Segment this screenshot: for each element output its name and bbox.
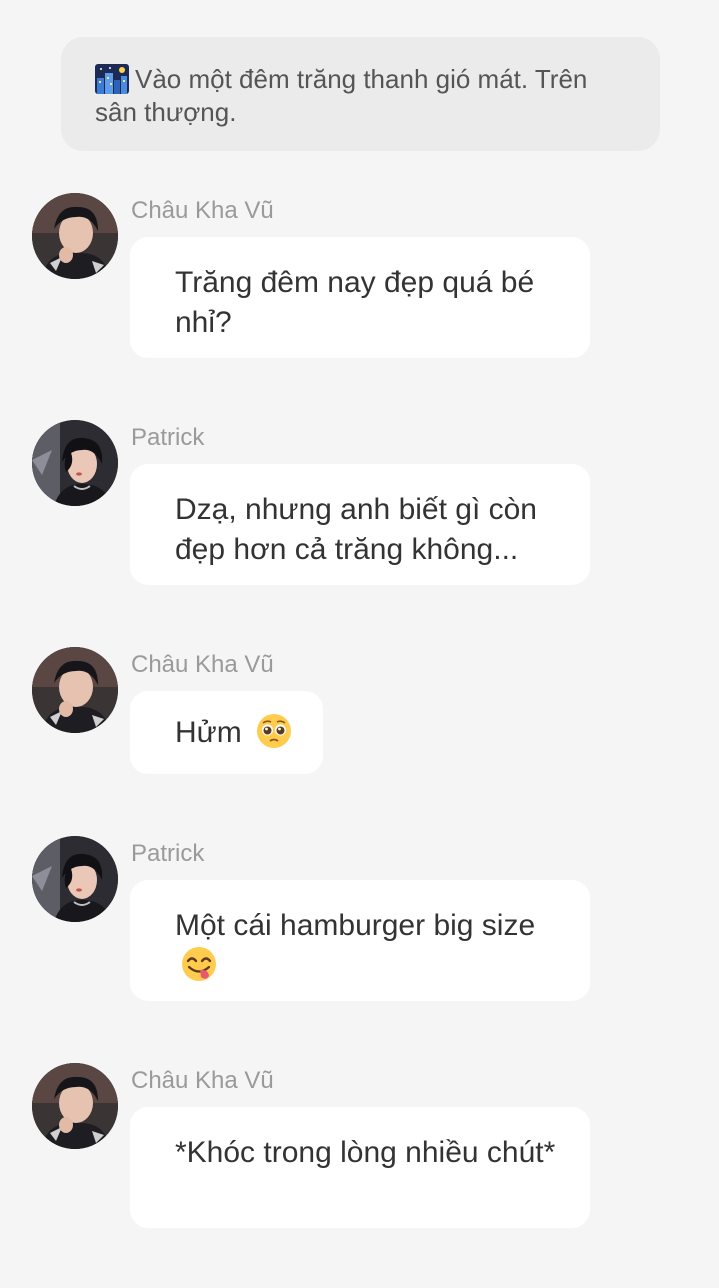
narration-box: Vào một đêm trăng thanh gió mát. Trên sâ… [61,37,660,151]
sender-name: Châu Kha Vũ [131,1067,274,1094]
message-text: Trăng đêm nay đẹp quá bé nhỉ? [175,266,535,339]
avatar[interactable] [32,836,118,922]
sender-name: Châu Kha Vũ [131,651,274,678]
message-text: *Khóc trong lòng nhiều chút* [175,1136,556,1169]
message-bubble[interactable]: Hửm [130,691,323,774]
message-bubble[interactable]: Trăng đêm nay đẹp quá bé nhỉ? [130,237,590,358]
avatar[interactable] [32,1063,118,1149]
sender-name: Patrick [131,840,205,867]
yum-face-icon [181,946,217,982]
night-city-icon [95,64,129,94]
message-text: Hửm [175,716,242,749]
avatar[interactable] [32,420,118,506]
avatar[interactable] [32,647,118,733]
avatar[interactable] [32,193,118,279]
sender-name: Châu Kha Vũ [131,197,274,224]
message-bubble[interactable]: Một cái hamburger big size [130,880,590,1001]
chat-screen: Vào một đêm trăng thanh gió mát. Trên sâ… [0,0,719,1288]
pleading-face-icon [256,713,292,749]
sender-name: Patrick [131,424,205,451]
message-text: Dzạ, nhưng anh biết gì còn đẹp hơn cả tr… [175,493,537,566]
message-bubble[interactable]: *Khóc trong lòng nhiều chút* [130,1107,590,1228]
message-text: Một cái hamburger big size [175,909,536,942]
message-bubble[interactable]: Dzạ, nhưng anh biết gì còn đẹp hơn cả tr… [130,464,590,585]
narration-text: Vào một đêm trăng thanh gió mát. Trên sâ… [95,64,588,127]
